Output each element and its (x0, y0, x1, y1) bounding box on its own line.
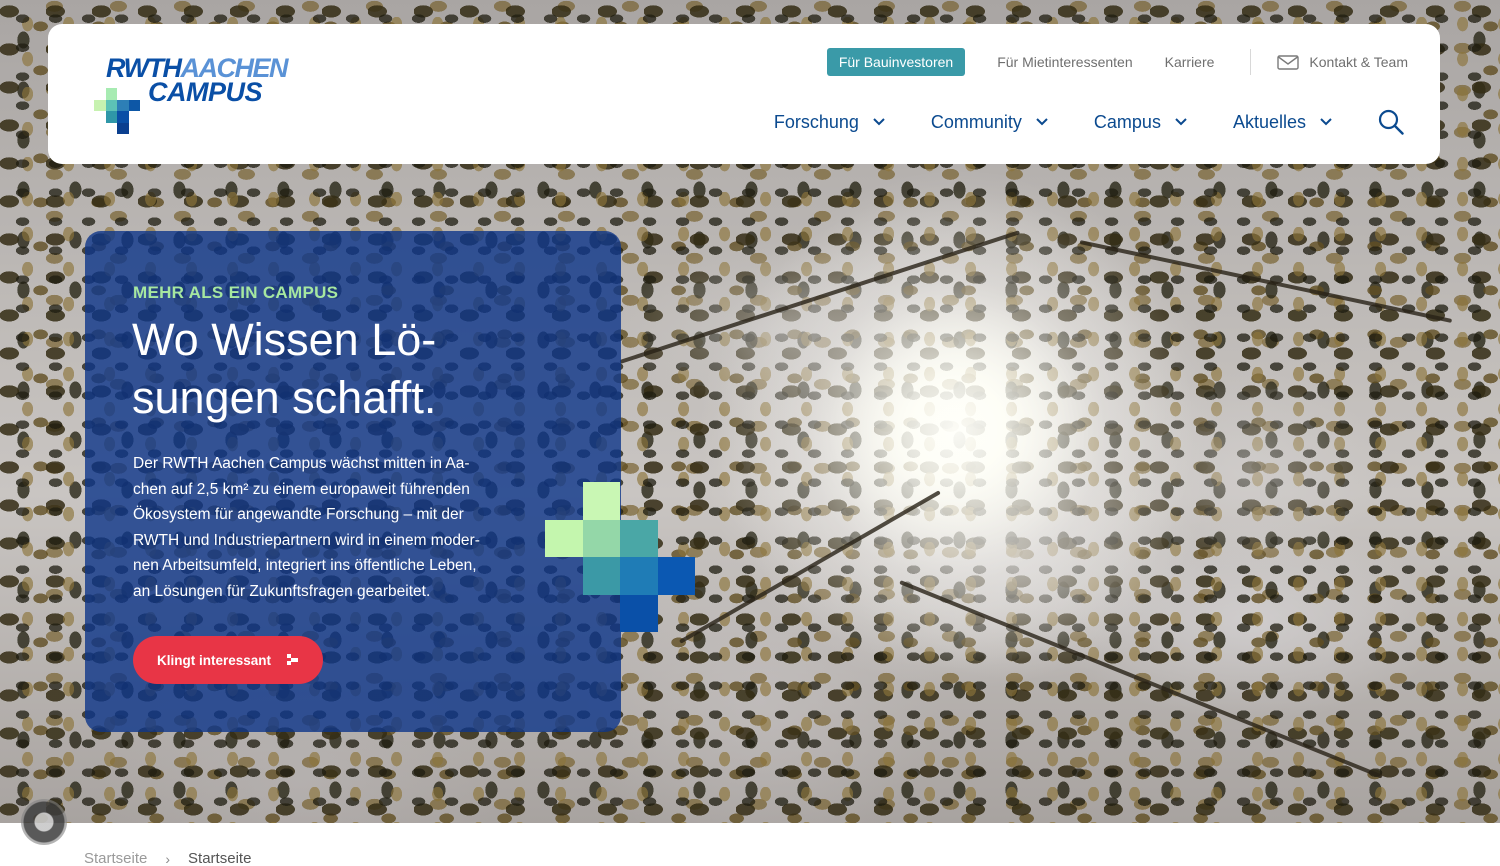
breadcrumb-home-link[interactable]: Startseite (84, 850, 147, 866)
site-header: RWTHAACHEN CAMPUS Für Bauinvestoren Für … (48, 24, 1440, 164)
hero-kicker: MEHR ALS EIN CAMPUS (133, 283, 339, 302)
cta-label: Klingt interessant (157, 652, 272, 668)
nav-label: Forschung (773, 111, 859, 132)
contact-label: Kontakt & Team (1309, 54, 1408, 70)
nav-item-forschung[interactable]: Forschung (774, 112, 885, 133)
cross-arrow-icon (287, 654, 298, 665)
chevron-down-icon (1175, 118, 1187, 126)
chevron-down-icon (1320, 118, 1332, 126)
logo-cross-icon (94, 88, 140, 134)
careers-link[interactable]: Karriere (1165, 54, 1215, 70)
breadcrumb-current: Startseite (188, 850, 252, 866)
hero-intro-text: Der RWTH Aachen Campus wächst mitten in … (133, 455, 480, 600)
chevron-down-icon (873, 118, 885, 126)
rwth-aachen-campus-logo[interactable]: RWTHAACHEN CAMPUS (94, 54, 289, 134)
nav-label: Aktuelles (1232, 111, 1306, 132)
tenants-link[interactable]: Für Mietinteressenten (997, 54, 1132, 70)
campus-cross-graphic (545, 482, 695, 632)
cta-button[interactable]: Klingt interessant (133, 636, 323, 684)
chevron-right-icon: › (165, 850, 171, 866)
mail-icon (1277, 54, 1300, 70)
divider (1250, 49, 1252, 75)
logo-wordmark-bottom: CAMPUS (148, 77, 263, 107)
breadcrumb: Startseite › Startseite (84, 850, 251, 866)
main-navigation: Forschung Community Campus Aktuelles (774, 108, 1404, 136)
search-button[interactable] (1378, 109, 1404, 135)
nav-label: Community (930, 111, 1022, 132)
chevron-down-icon (1036, 118, 1048, 126)
nav-item-campus[interactable]: Campus (1094, 112, 1187, 133)
hero-headline: Wo Wissen Lö- sungen schafft. (132, 314, 437, 423)
service-navigation: Für Bauinvestoren Für Mietinteressenten … (826, 48, 1408, 76)
nav-item-aktuelles[interactable]: Aktuelles (1233, 112, 1332, 133)
investors-button[interactable]: Für Bauinvestoren (826, 48, 966, 76)
loading-spinner (21, 799, 67, 845)
nav-label: Campus (1093, 111, 1161, 132)
hero-card: MEHR ALS EIN CAMPUS Wo Wissen Lö- sungen… (85, 231, 621, 732)
nav-item-community[interactable]: Community (931, 112, 1048, 133)
search-icon (1378, 109, 1404, 135)
contact-link[interactable]: Kontakt & Team (1277, 54, 1408, 70)
